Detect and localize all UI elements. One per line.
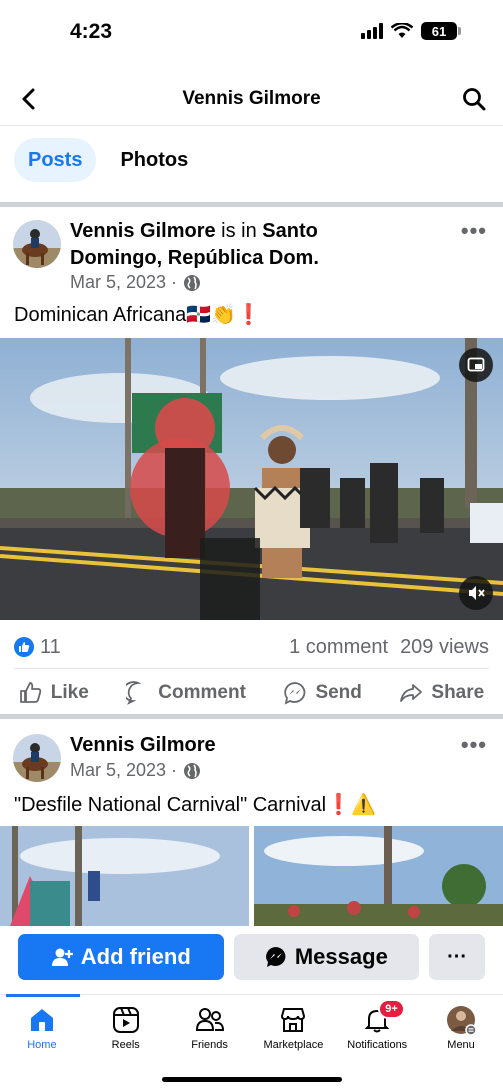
post-photo[interactable]	[254, 826, 503, 926]
avatar[interactable]	[13, 734, 61, 782]
post-author[interactable]: Vennis Gilmore	[70, 734, 216, 756]
add-person-icon	[51, 948, 73, 966]
add-friend-label: Add friend	[80, 944, 191, 969]
home-indicator	[162, 1077, 342, 1082]
nav-reels[interactable]: Reels	[84, 1005, 168, 1051]
messenger-icon	[266, 947, 286, 967]
post-photo[interactable]	[0, 826, 249, 926]
active-tab-indicator	[6, 994, 80, 997]
nav-home[interactable]: Home	[0, 1005, 84, 1051]
nav-label: Menu	[447, 1039, 475, 1051]
message-label: Message	[294, 944, 388, 969]
photo-grid	[0, 826, 503, 926]
more-button[interactable]: ···	[429, 934, 485, 980]
nav-label: Reels	[111, 1039, 140, 1051]
nav-label: Home	[27, 1039, 57, 1051]
nav-marketplace[interactable]: Marketplace	[251, 1005, 335, 1051]
friends-icon	[195, 1005, 225, 1035]
more-options-button[interactable]: •••	[461, 732, 487, 758]
post-meta: Mar 5, 2023 ·	[70, 760, 201, 781]
post-date[interactable]: Mar 5, 2023 ·	[70, 760, 177, 781]
bottom-nav: Home Reels Friends Marketplace 9+ Notifi…	[0, 994, 503, 1090]
nav-friends[interactable]: Friends	[168, 1005, 252, 1051]
nav-notifications[interactable]: 9+ Notifications	[335, 999, 419, 1051]
nav-menu[interactable]: Menu	[419, 1005, 503, 1051]
home-icon	[27, 1005, 57, 1035]
post-header: Vennis Gilmore	[70, 732, 410, 759]
marketplace-icon	[278, 1005, 308, 1035]
post: Vennis Gilmore Mar 5, 2023 · ••• "Desfil…	[0, 0, 503, 930]
bell-icon: 9+	[362, 999, 405, 1035]
profile-actions: Add friend Message ···	[0, 934, 503, 984]
nav-label: Marketplace	[263, 1039, 324, 1051]
globe-icon	[184, 762, 201, 779]
post-text: "Desfile National Carnival" Carnival❗⚠️	[14, 794, 376, 816]
message-button[interactable]: Message	[233, 934, 420, 980]
nav-label: Friends	[191, 1039, 228, 1051]
profile-avatar-icon	[446, 1005, 477, 1035]
nav-label: Notifications	[347, 1039, 408, 1051]
notification-badge: 9+	[378, 999, 405, 1019]
reels-icon	[111, 1005, 141, 1035]
add-friend-button[interactable]: Add friend	[18, 934, 224, 980]
